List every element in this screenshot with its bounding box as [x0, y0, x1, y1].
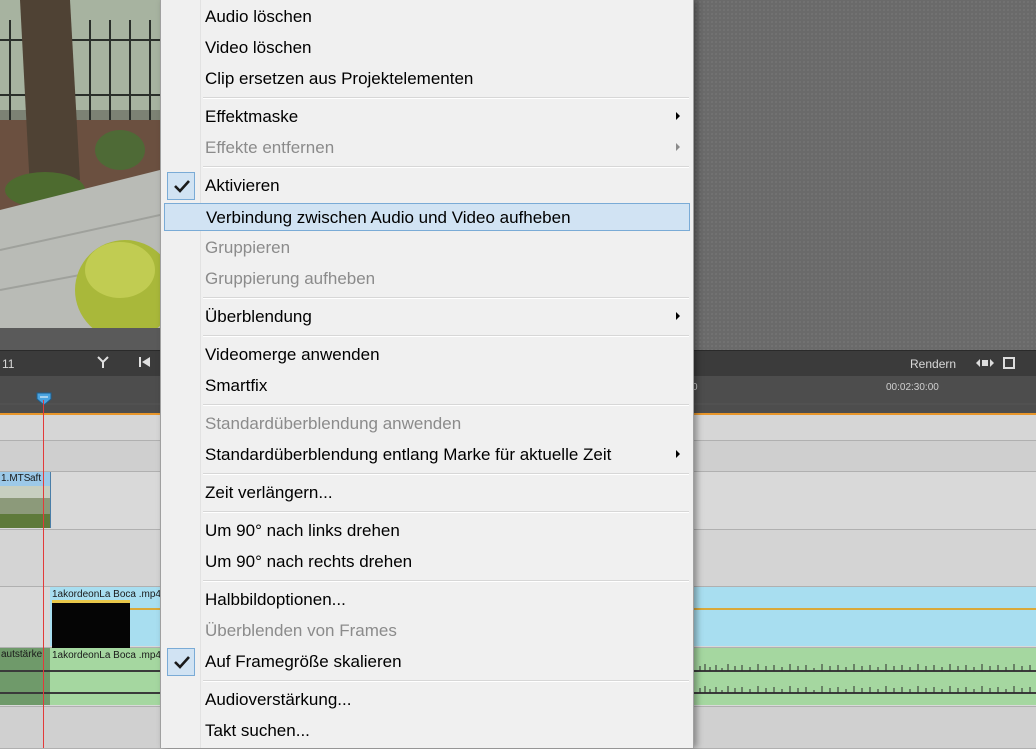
menu-item-label: Standardüberblendung entlang Marke für a… — [205, 445, 612, 464]
menu-item[interactable]: Um 90° nach links drehen — [164, 517, 690, 545]
menu-item[interactable]: Auf Framegröße skalieren — [164, 648, 690, 676]
menu-item-label: Standardüberblendung anwenden — [205, 414, 462, 433]
menu-item-label: Gruppieren — [205, 238, 291, 257]
render-button[interactable]: Rendern — [910, 357, 956, 371]
timecode-fragment: 11 — [2, 357, 15, 371]
submenu-arrow-icon — [676, 450, 680, 458]
menu-separator — [203, 297, 689, 299]
clip-label: 1.MTS — [1, 473, 31, 484]
ruler-tick-label: 00:02:30:00 — [886, 382, 939, 393]
menu-item[interactable]: Aktivieren — [164, 172, 690, 200]
menu-item: Standardüberblendung anwenden — [164, 410, 690, 438]
menu-item[interactable]: Audio löschen — [164, 3, 690, 31]
menu-item-label: Auf Framegröße skalieren — [205, 652, 402, 671]
menu-item[interactable]: Takt suchen... — [164, 717, 690, 745]
clip-label: 1akordeonLa Boca .mp4 — [52, 650, 161, 661]
menu-item[interactable]: Verbindung zwischen Audio und Video aufh… — [164, 203, 690, 231]
menu-item-label: Gruppierung aufheben — [205, 269, 376, 288]
context-menu: Audio löschen Video löschen Clip ersetzen … — [160, 0, 694, 748]
menu-item-label: Effektmaske — [205, 107, 299, 126]
zoom-slider-icon[interactable] — [975, 357, 995, 372]
menu-item[interactable]: Halbbildoptionen... — [164, 586, 690, 614]
menu-item-label: Takt suchen... — [205, 721, 310, 740]
menu-item[interactable]: Smartfix — [164, 372, 690, 400]
menu-separator — [203, 680, 689, 682]
submenu-arrow-icon — [676, 143, 680, 151]
clip-label: 1akordeonLa Boca .mp4 — [52, 589, 161, 600]
menu-item: Überblenden von Frames — [164, 617, 690, 645]
menu-item[interactable]: Zeit verlängern... — [164, 479, 690, 507]
menu-item-label: Halbbildoptionen... — [205, 590, 346, 609]
menu-separator — [203, 580, 689, 582]
menu-item-label: Überblendung — [205, 307, 312, 326]
menu-item: Effekte entfernen — [164, 134, 690, 162]
menu-item[interactable]: Video löschen — [164, 34, 690, 62]
track-view-icon[interactable] — [1003, 357, 1015, 372]
menu-item-label: Verbindung zwischen Audio und Video aufh… — [206, 208, 571, 227]
menu-item-label: Video löschen — [205, 38, 312, 57]
menu-separator — [203, 97, 689, 99]
clip-thumbnail — [52, 600, 130, 649]
menu-item-label: Effekte entfernen — [205, 138, 335, 157]
menu-item-label: Um 90° nach links drehen — [205, 521, 400, 540]
menu-separator — [203, 511, 689, 513]
menu-item: Gruppierung aufheben — [164, 265, 690, 293]
submenu-arrow-icon — [676, 112, 680, 120]
menu-item[interactable]: Videomerge anwenden — [164, 341, 690, 369]
playhead-line[interactable] — [43, 400, 44, 748]
menu-item-label: Clip ersetzen aus Projektelementen — [205, 69, 474, 88]
menu-separator — [203, 473, 689, 475]
menu-item: Gruppieren — [164, 234, 690, 262]
menu-item-label: Videomerge anwenden — [205, 345, 380, 364]
menu-item[interactable]: Audioverstärkung... — [164, 686, 690, 714]
preview-background — [690, 0, 1036, 350]
preview-bottom-bar — [0, 328, 160, 350]
menu-separator — [203, 166, 689, 168]
menu-item[interactable]: Standardüberblendung entlang Marke für a… — [164, 441, 690, 469]
menu-item[interactable]: Effektmaske — [164, 103, 690, 131]
preview-image — [0, 0, 160, 328]
set-marker-icon[interactable] — [96, 355, 110, 372]
menu-item-label: Um 90° nach rechts drehen — [205, 552, 413, 571]
menu-separator — [203, 404, 689, 406]
menu-item-label: Überblenden von Frames — [205, 621, 397, 640]
menu-item-label: Aktivieren — [205, 176, 280, 195]
checkmark-icon — [167, 172, 195, 200]
menu-item-label: Smartfix — [205, 376, 268, 395]
menu-item-label: Zeit verlängern... — [205, 483, 333, 502]
clip-label: autstärke — [1, 649, 43, 660]
playhead-handle-icon[interactable] — [36, 392, 52, 409]
clip-label-suffix: aft — [30, 473, 42, 484]
menu-item[interactable]: Überblendung — [164, 303, 690, 331]
checkmark-icon — [167, 648, 195, 676]
submenu-arrow-icon — [676, 312, 680, 320]
menu-item[interactable]: Um 90° nach rechts drehen — [164, 548, 690, 576]
menu-item-label: Audio löschen — [205, 7, 312, 26]
go-to-start-icon[interactable] — [138, 356, 152, 371]
menu-item[interactable]: Clip ersetzen aus Projektelementen — [164, 65, 690, 93]
menu-item-label: Audioverstärkung... — [205, 690, 352, 709]
menu-separator — [203, 335, 689, 337]
video-preview — [0, 0, 160, 328]
